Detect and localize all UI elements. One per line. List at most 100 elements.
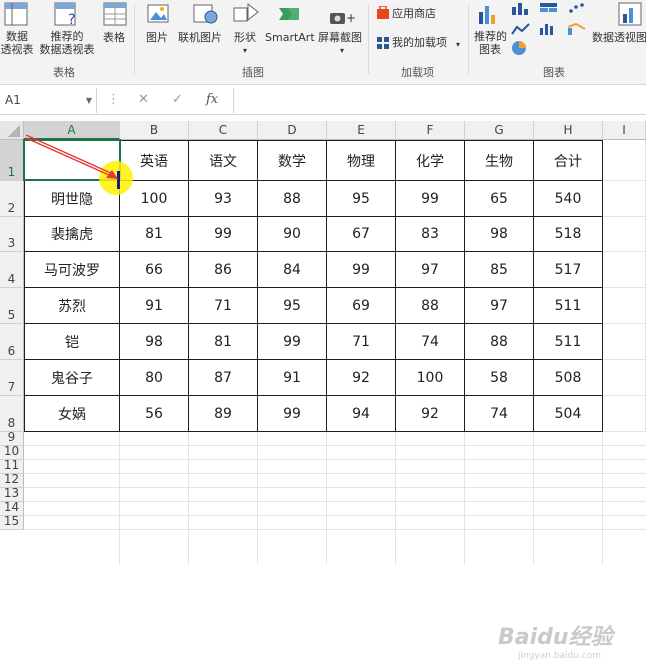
column-header-i[interactable]: I [603, 121, 646, 140]
table-cell[interactable]: 92 [327, 360, 396, 396]
table-cell[interactable]: 511 [534, 324, 603, 360]
my-addins-icon[interactable] [376, 36, 390, 50]
table-cell[interactable]: 90 [258, 217, 327, 252]
table-cell[interactable]: 518 [534, 217, 603, 252]
table-cell[interactable]: 65 [465, 181, 534, 217]
column-header-f[interactable]: F [396, 121, 465, 140]
table-cell[interactable]: 92 [396, 396, 465, 432]
table-cell[interactable]: 87 [189, 360, 258, 396]
pivot-chart-button[interactable]: 数据透视图 [592, 31, 646, 44]
row-header-3[interactable]: 3 [0, 217, 24, 252]
table-cell[interactable]: 66 [120, 252, 189, 288]
smartart-button[interactable]: SmartArt [265, 31, 315, 44]
table-cell[interactable]: 100 [396, 360, 465, 396]
recommended-pivot-button[interactable]: 推荐的 数据透视表 [36, 30, 98, 56]
table-cell[interactable]: 95 [258, 288, 327, 324]
table-cell[interactable]: 84 [258, 252, 327, 288]
table-button[interactable]: 表格 [103, 31, 125, 44]
table-cell[interactable]: 511 [534, 288, 603, 324]
pivot-chart-icon[interactable] [618, 2, 644, 28]
online-pictures-button[interactable]: 联机图片 [178, 31, 222, 44]
smartart-icon[interactable] [276, 2, 302, 26]
table-cell[interactable]: 80 [120, 360, 189, 396]
table-cell[interactable]: 85 [465, 252, 534, 288]
recommended-charts-button[interactable]: 推荐的 图表 [474, 30, 507, 56]
table-cell[interactable]: 95 [327, 181, 396, 217]
pictures-icon[interactable] [146, 2, 170, 26]
table-cell[interactable]: 86 [189, 252, 258, 288]
pie-chart-icon[interactable] [510, 40, 532, 56]
table-cell[interactable]: 鬼谷子 [24, 360, 120, 396]
recommended-charts-icon[interactable] [476, 2, 502, 28]
row-header-8[interactable]: 8 [0, 396, 24, 432]
table-cell[interactable]: 99 [327, 252, 396, 288]
table-cell[interactable]: 71 [327, 324, 396, 360]
screenshot-icon[interactable]: + [328, 8, 356, 28]
table-cell[interactable]: 540 [534, 181, 603, 217]
table-cell[interactable]: 苏烈 [24, 288, 120, 324]
header-cell[interactable]: 化学 [396, 140, 465, 181]
recommended-pivot-icon[interactable]: ? [54, 2, 80, 28]
table-cell[interactable]: 74 [465, 396, 534, 432]
enter-icon[interactable]: ✓ [172, 92, 183, 107]
column-header-e[interactable]: E [327, 121, 396, 140]
cancel-icon[interactable]: ✕ [138, 92, 149, 107]
pivot-table-icon[interactable] [4, 2, 28, 28]
table-cell[interactable]: 99 [258, 324, 327, 360]
table-cell[interactable]: 88 [465, 324, 534, 360]
insert-function-icon[interactable]: fx [206, 92, 218, 107]
header-cell[interactable]: 数学 [258, 140, 327, 181]
row-header-15[interactable]: 15 [0, 514, 24, 530]
table-cell[interactable]: 69 [327, 288, 396, 324]
hierarchy-chart-icon[interactable] [538, 2, 560, 16]
table-cell[interactable]: 99 [258, 396, 327, 432]
table-cell[interactable]: 81 [189, 324, 258, 360]
row-header-6[interactable]: 6 [0, 324, 24, 360]
header-cell[interactable]: 语文 [189, 140, 258, 181]
row-header-4[interactable]: 4 [0, 252, 24, 288]
combo-chart-icon[interactable] [566, 22, 588, 36]
shapes-button[interactable]: 形状 [234, 31, 256, 44]
screenshot-dropdown-icon[interactable]: ▾ [340, 44, 344, 57]
table-icon[interactable] [103, 2, 127, 28]
header-cell[interactable]: 合计 [534, 140, 603, 181]
row-header-7[interactable]: 7 [0, 360, 24, 396]
column-header-c[interactable]: C [189, 121, 258, 140]
header-cell[interactable]: 物理 [327, 140, 396, 181]
table-cell[interactable]: 58 [465, 360, 534, 396]
header-cell[interactable]: 生物 [465, 140, 534, 181]
table-cell[interactable]: 56 [120, 396, 189, 432]
table-cell[interactable]: 女娲 [24, 396, 120, 432]
line-chart-icon[interactable] [510, 22, 532, 36]
table-cell[interactable]: 裴擒虎 [24, 217, 120, 252]
app-store-button[interactable]: 应用商店 [392, 7, 436, 20]
pivot-table-button[interactable]: 数据 透视表 [0, 30, 34, 56]
table-cell[interactable]: 508 [534, 360, 603, 396]
table-cell[interactable]: 91 [120, 288, 189, 324]
table-cell[interactable]: 99 [189, 217, 258, 252]
scatter-chart-icon[interactable] [566, 2, 588, 16]
table-cell[interactable]: 93 [189, 181, 258, 217]
shapes-icon[interactable] [232, 2, 262, 26]
table-cell[interactable]: 83 [396, 217, 465, 252]
table-cell[interactable]: 74 [396, 324, 465, 360]
table-cell[interactable]: 504 [534, 396, 603, 432]
pictures-button[interactable]: 图片 [146, 31, 168, 44]
table-cell[interactable]: 67 [327, 217, 396, 252]
name-box[interactable]: A1 ▼ [0, 88, 97, 113]
table-cell[interactable]: 91 [258, 360, 327, 396]
table-cell[interactable]: 97 [396, 252, 465, 288]
table-cell[interactable]: 99 [396, 181, 465, 217]
row-header-5[interactable]: 5 [0, 288, 24, 324]
app-store-icon[interactable] [376, 6, 390, 20]
column-chart-icon[interactable] [510, 2, 532, 16]
table-cell[interactable]: 89 [189, 396, 258, 432]
statistic-chart-icon[interactable] [538, 22, 560, 36]
table-cell[interactable]: 81 [120, 217, 189, 252]
table-cell[interactable]: 马可波罗 [24, 252, 120, 288]
my-addins-button[interactable]: 我的加载项 [392, 36, 447, 49]
table-cell[interactable]: 94 [327, 396, 396, 432]
online-pictures-icon[interactable] [192, 2, 218, 26]
formula-input[interactable] [234, 88, 646, 113]
table-cell[interactable]: 98 [465, 217, 534, 252]
